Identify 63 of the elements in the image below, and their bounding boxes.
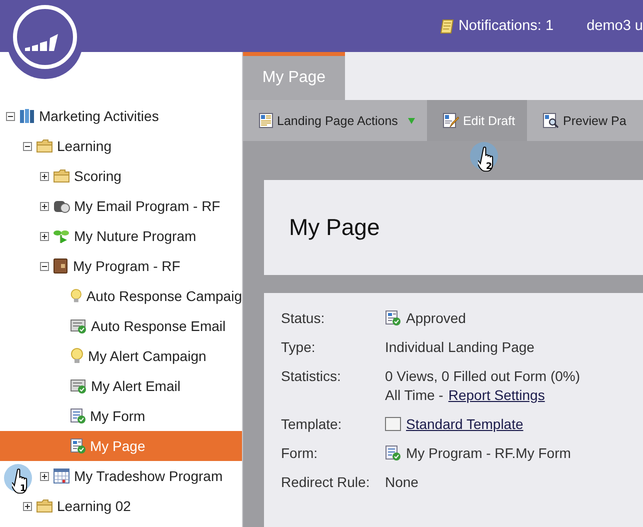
tree-item[interactable]: My Program - RF: [73, 258, 180, 274]
note-icon: [440, 18, 454, 34]
field-value: 0 Views, 0 Filled out Form (0%): [385, 368, 580, 384]
step-number: 1: [18, 484, 28, 494]
lightbulb-icon: [70, 348, 84, 364]
folder-icon: [36, 139, 53, 153]
expand-icon[interactable]: [40, 232, 49, 240]
email-check-icon: [70, 378, 87, 394]
field-label: Type:: [281, 339, 316, 355]
collapse-icon[interactable]: [23, 142, 32, 150]
tree-item[interactable]: Auto Response Campaig: [86, 288, 242, 304]
collapse-icon[interactable]: [6, 112, 15, 120]
page-check-icon: [385, 310, 401, 326]
folder-icon: [53, 169, 70, 183]
sprout-icon: [53, 228, 70, 244]
dropdown-caret-icon: [408, 118, 415, 124]
field-label: Form:: [281, 445, 319, 461]
expand-icon[interactable]: [40, 202, 49, 210]
collapse-icon[interactable]: [40, 262, 49, 270]
calendar-icon: [53, 468, 70, 484]
toolbar-button[interactable]: Landing Page Actions: [243, 100, 427, 141]
tree-item[interactable]: Scoring: [74, 168, 122, 184]
edit-page-icon: [442, 113, 459, 128]
expand-icon[interactable]: [40, 172, 49, 180]
folder-icon: [36, 499, 53, 513]
tree-item[interactable]: My Form: [90, 408, 146, 424]
page-check-icon: [70, 438, 86, 454]
field-label: Statistics:: [281, 368, 342, 386]
tree-item[interactable]: My Email Program - RF: [74, 198, 220, 214]
form-check-icon: [385, 445, 401, 461]
tree-item[interactable]: Learning 02: [57, 498, 131, 514]
tree-item[interactable]: Marketing Activities: [39, 108, 159, 124]
field-label: Status:: [281, 310, 326, 326]
tree-item[interactable]: Learning: [57, 138, 112, 154]
books-icon: [19, 108, 35, 124]
page-layout-icon: [259, 113, 273, 128]
tree-item[interactable]: My Nuture Program: [74, 228, 196, 244]
email-check-icon: [70, 318, 87, 334]
field-value: None: [385, 474, 418, 490]
briefcase-icon: [53, 258, 69, 274]
blank-page-icon: [385, 417, 401, 431]
notifications-link[interactable]: Notifications: 1: [458, 18, 554, 34]
form-check-icon: [70, 408, 86, 424]
field-value: Approved: [406, 310, 466, 326]
field-value: All Time -: [385, 387, 444, 403]
lightbulb-icon: [70, 288, 82, 304]
field-value: Individual Landing Page: [385, 339, 534, 355]
field-label: Template:: [281, 416, 343, 432]
toolbar-button[interactable]: Preview Pa: [527, 100, 628, 141]
user-menu[interactable]: demo3 u: [586, 18, 643, 34]
expand-icon[interactable]: [40, 472, 49, 480]
step-number: 2: [484, 162, 494, 172]
tree-item[interactable]: Auto Response Email: [91, 318, 226, 334]
link[interactable]: Report Settings: [448, 387, 545, 403]
field-value: My Program - RF.My Form: [406, 445, 571, 461]
tree-item[interactable]: My Alert Email: [91, 378, 180, 394]
tree-item[interactable]: My Alert Campaign: [88, 348, 206, 364]
page-title: My Page: [289, 214, 380, 241]
expand-icon[interactable]: [23, 502, 32, 510]
field-label: Redirect Rule:: [281, 474, 371, 490]
link[interactable]: Standard Template: [406, 416, 524, 432]
tree-item[interactable]: My Tradeshow Program: [74, 468, 223, 484]
page-magnifier-icon: [543, 113, 560, 128]
